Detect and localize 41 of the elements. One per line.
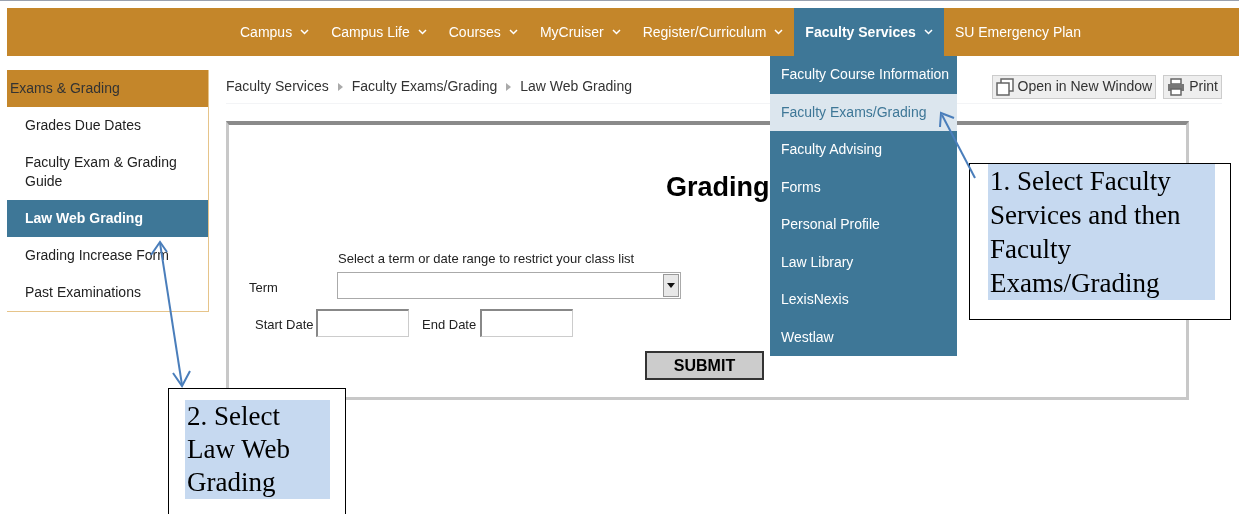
sidebar-item[interactable]: Law Web Grading: [7, 200, 208, 237]
submit-button[interactable]: SUBMIT: [645, 351, 764, 380]
nav-item[interactable]: Courses: [437, 8, 529, 56]
nav-item[interactable]: Campus: [229, 8, 321, 56]
form-title: Grading: [666, 171, 770, 204]
nav-item[interactable]: MyCruiser: [528, 8, 632, 56]
dropdown-item[interactable]: Law Library: [770, 243, 957, 281]
breadcrumb-separator-icon: [506, 82, 512, 91]
breadcrumb-separator-icon: [337, 82, 343, 91]
term-select[interactable]: [337, 272, 681, 299]
dropdown-item[interactable]: Faculty Advising: [770, 131, 957, 169]
breadcrumb-link[interactable]: Faculty Services: [226, 76, 329, 97]
nav-item[interactable]: Register/Curriculum: [631, 8, 795, 56]
toolbar-button[interactable]: Open in New Window: [991, 74, 1157, 99]
term-label: Term: [249, 279, 278, 297]
callout-text: 2. Select Law Web Grading: [185, 400, 330, 499]
sidebar-item[interactable]: Faculty Exam & Grading Guide: [7, 144, 208, 200]
sidebar-title: Exams & Grading: [7, 70, 208, 107]
sidebar-item[interactable]: Past Examinations: [7, 274, 208, 311]
toolbar-button[interactable]: Print: [1163, 74, 1222, 99]
dropdown-item[interactable]: Faculty Course Information: [770, 56, 957, 94]
sidebar-item[interactable]: Grades Due Dates: [7, 107, 208, 144]
printer-icon: [1167, 77, 1186, 96]
nav-item[interactable]: SU Emergency Plan: [943, 8, 1092, 56]
dropdown-item[interactable]: Westlaw: [770, 318, 957, 356]
end-date-field[interactable]: [480, 309, 573, 337]
nav-item[interactable]: Faculty Services: [794, 8, 944, 56]
breadcrumb-link[interactable]: Faculty Exams/Grading: [351, 76, 498, 97]
callout-arrow: [939, 111, 976, 179]
start-date-label: Start Date: [255, 316, 314, 334]
nav-item[interactable]: Campus Life: [320, 8, 438, 56]
instruction-text: Select a term or date range to restrict your class list: [338, 250, 635, 268]
dropdown-item[interactable]: LexisNexis: [770, 281, 957, 319]
end-date-label: End Date: [422, 316, 477, 334]
dropdown-item[interactable]: Faculty Exams/Grading: [770, 93, 957, 131]
start-date-field[interactable]: [316, 309, 409, 337]
callout-text: 1. Select Faculty Services and then Faculty Exams/Grading: [988, 164, 1215, 300]
windows-icon: [995, 77, 1014, 96]
breadcrumb-link[interactable]: Law Web Grading: [520, 76, 632, 97]
dropdown-item[interactable]: Personal Profile: [770, 206, 957, 244]
dropdown-item[interactable]: Forms: [770, 168, 957, 206]
